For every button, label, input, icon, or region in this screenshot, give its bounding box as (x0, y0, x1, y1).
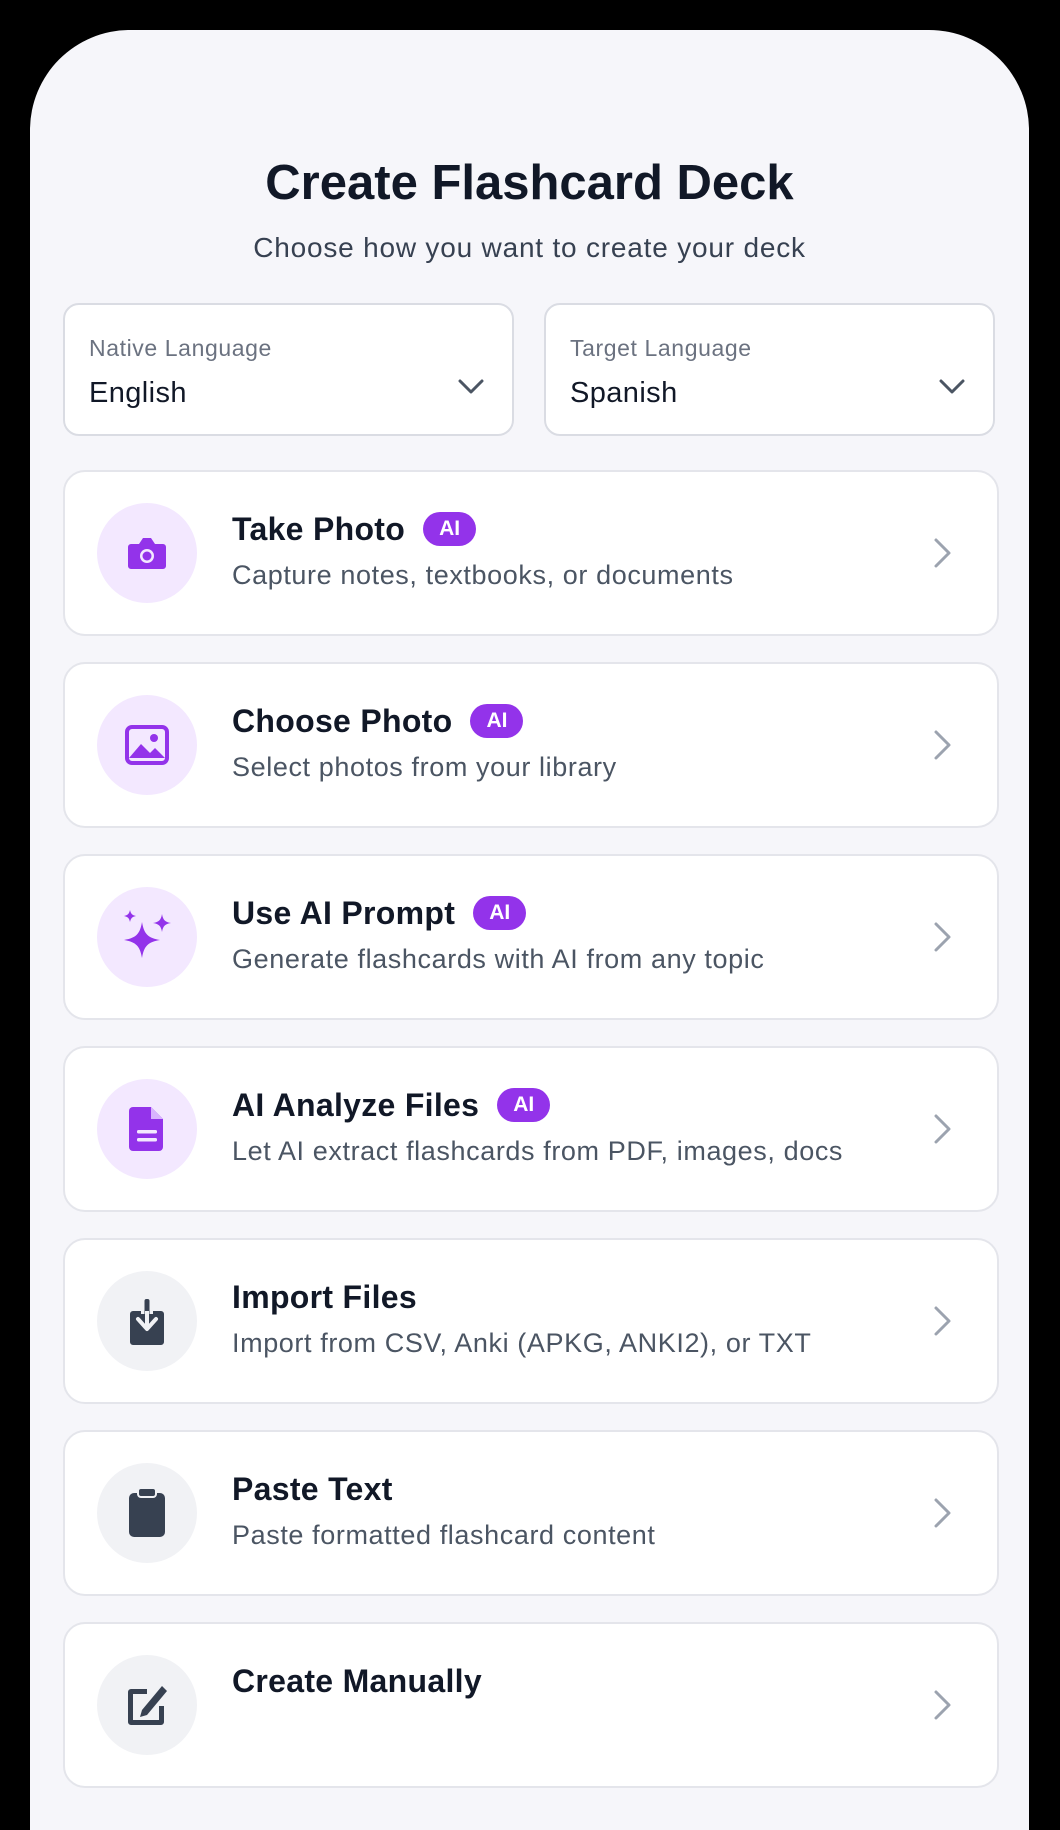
native-language-value: English (89, 377, 187, 409)
chevron-right-icon (934, 1306, 951, 1336)
option-title: AI Analyze Files (232, 1086, 480, 1123)
page-title: Create Flashcard Deck (265, 156, 794, 210)
ai-badge: AI (497, 1088, 551, 1122)
option-ai-analyze-files[interactable]: AI Analyze Files AI Let AI extract flash… (63, 1046, 999, 1212)
sparkles-icon (124, 910, 171, 958)
icon-container (97, 503, 197, 603)
clipboard-icon (129, 1487, 165, 1537)
option-title: Import Files (232, 1278, 417, 1315)
option-description: Capture notes, textbooks, or documents (232, 560, 734, 590)
option-use-ai-prompt[interactable]: Use AI Prompt AI Generate flashcards wit… (63, 854, 999, 1020)
option-paste-text[interactable]: Paste Text Paste formatted flashcard con… (63, 1430, 999, 1596)
option-import-files[interactable]: Import Files Import from CSV, Anki (APKG… (63, 1238, 999, 1404)
option-description: Let AI extract flashcards from PDF, imag… (232, 1136, 844, 1166)
option-description: Select photos from your library (232, 752, 617, 782)
download-icon (130, 1299, 164, 1345)
native-language-select[interactable]: Native Language English (63, 303, 514, 436)
option-choose-photo[interactable]: Choose Photo AI Select photos from your … (63, 662, 999, 828)
page-subtitle: Choose how you want to create your deck (253, 232, 806, 263)
target-language-label: Target Language (570, 335, 752, 361)
option-description: Paste formatted flashcard content (232, 1520, 656, 1550)
ai-badge: AI (423, 512, 477, 546)
pencil-icon (128, 1686, 167, 1725)
camera-icon (128, 538, 166, 569)
chevron-right-icon (934, 1498, 951, 1528)
icon-container (97, 695, 197, 795)
ai-badge: AI (470, 704, 524, 738)
option-description: Import from CSV, Anki (APKG, ANKI2), or … (232, 1328, 812, 1358)
ai-badge: AI (473, 896, 527, 930)
icon-container (97, 1271, 197, 1371)
target-language-select[interactable]: Target Language Spanish (544, 303, 995, 436)
option-create-manually[interactable]: Create Manually (63, 1622, 999, 1788)
chevron-right-icon (934, 1114, 951, 1144)
image-icon (125, 725, 169, 765)
icon-container (97, 887, 197, 987)
app-screen: Create Flashcard Deck Choose how you wan… (30, 30, 1029, 1830)
native-language-label: Native Language (89, 335, 272, 361)
chevron-down-icon (939, 379, 965, 394)
icon-container (97, 1079, 197, 1179)
chevron-right-icon (934, 538, 951, 568)
target-language-value: Spanish (570, 377, 678, 409)
chevron-right-icon (934, 1690, 951, 1720)
option-title: Use AI Prompt (232, 894, 456, 931)
document-icon (129, 1107, 163, 1151)
option-title: Choose Photo (232, 702, 453, 739)
option-description: Generate flashcards with AI from any top… (232, 944, 765, 974)
option-title: Create Manually (232, 1662, 482, 1699)
option-take-photo[interactable]: Take Photo AI Capture notes, textbooks, … (63, 470, 999, 636)
chevron-down-icon (458, 379, 484, 394)
icon-container (97, 1463, 197, 1563)
option-title: Paste Text (232, 1470, 393, 1507)
option-title: Take Photo (232, 510, 406, 547)
chevron-right-icon (934, 922, 951, 952)
icon-container (97, 1655, 197, 1755)
chevron-right-icon (934, 730, 951, 760)
